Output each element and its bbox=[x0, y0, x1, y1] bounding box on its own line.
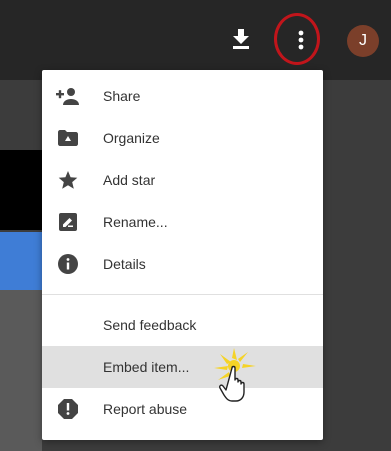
rename-icon bbox=[56, 210, 80, 234]
menu-divider bbox=[42, 294, 323, 295]
download-button[interactable] bbox=[230, 28, 252, 50]
folder-drive-icon bbox=[56, 126, 80, 150]
menu-item-label: Embed item... bbox=[103, 359, 190, 375]
menu-item-rename[interactable]: Rename... bbox=[42, 201, 323, 243]
menu-item-send-feedback[interactable]: Send feedback bbox=[42, 304, 323, 346]
menu-item-details[interactable]: Details bbox=[42, 243, 323, 285]
background-panel-grey bbox=[0, 290, 42, 451]
avatar-initial: J bbox=[359, 32, 367, 49]
avatar[interactable]: J bbox=[347, 25, 379, 57]
download-icon bbox=[233, 29, 249, 49]
person-add-icon bbox=[56, 84, 80, 108]
menu-item-report-abuse[interactable]: Report abuse bbox=[42, 388, 323, 430]
menu-item-embed-item[interactable]: Embed item... bbox=[42, 346, 323, 388]
menu-item-label: Organize bbox=[103, 130, 160, 146]
info-icon bbox=[56, 252, 80, 276]
background-panel-blue bbox=[0, 232, 42, 290]
more-options-menu: Share Organize Add star Rename... Detail… bbox=[42, 70, 323, 440]
menu-item-organize[interactable]: Organize bbox=[42, 117, 323, 159]
menu-item-label: Share bbox=[103, 88, 141, 104]
menu-item-label: Send feedback bbox=[103, 317, 197, 333]
menu-item-add-star[interactable]: Add star bbox=[42, 159, 323, 201]
top-toolbar bbox=[0, 0, 391, 80]
menu-item-share[interactable]: Share bbox=[42, 75, 323, 117]
menu-item-label: Add star bbox=[103, 172, 156, 188]
background-panel bbox=[0, 150, 42, 230]
menu-item-label: Rename... bbox=[103, 214, 168, 230]
star-icon bbox=[56, 168, 80, 192]
more-options-button[interactable] bbox=[283, 22, 319, 58]
more-vert-icon bbox=[298, 30, 304, 50]
menu-item-label: Report abuse bbox=[103, 401, 188, 417]
report-icon bbox=[56, 397, 80, 421]
menu-item-label: Details bbox=[103, 256, 146, 272]
